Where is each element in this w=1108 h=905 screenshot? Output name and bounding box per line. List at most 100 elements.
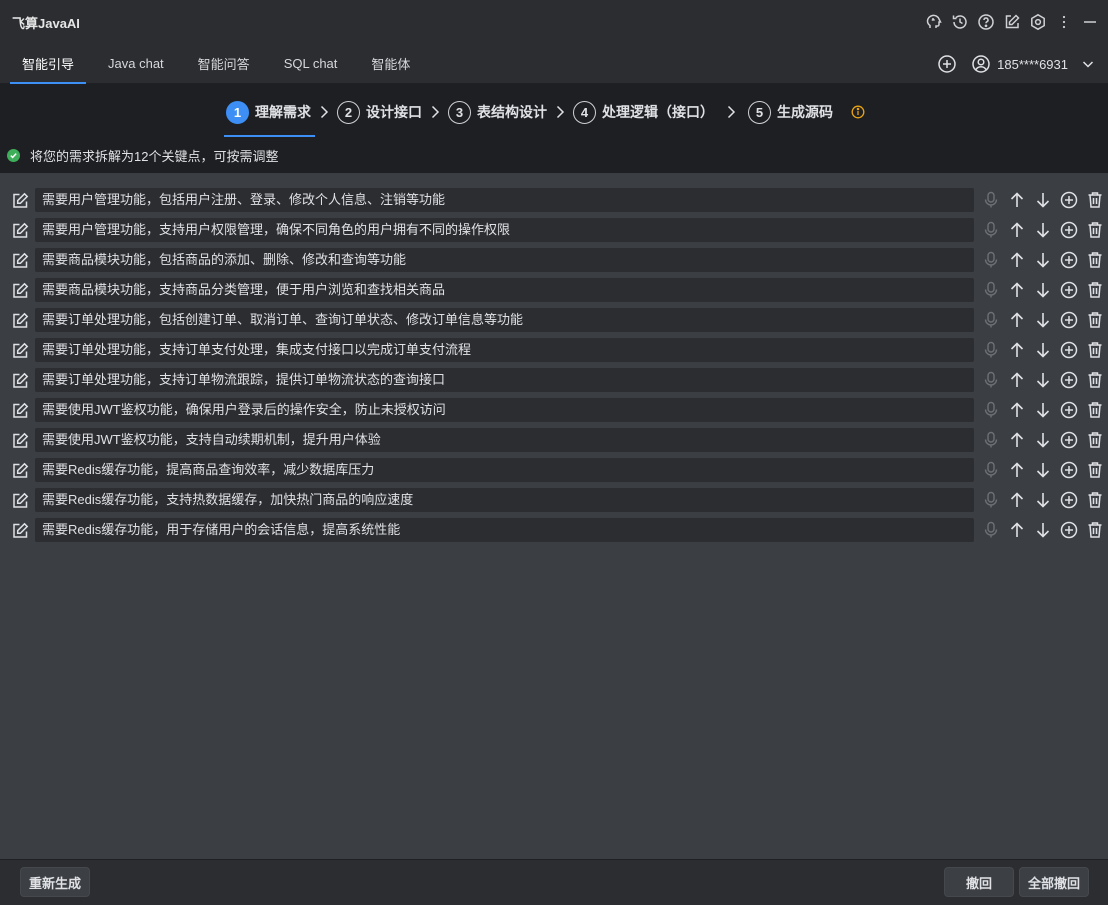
add-circle-icon[interactable] (1056, 280, 1082, 300)
help-icon[interactable] (976, 11, 996, 33)
arrow-down-icon[interactable] (1030, 370, 1056, 390)
arrow-up-icon[interactable] (1004, 400, 1030, 420)
microphone-icon[interactable] (978, 280, 1004, 300)
arrow-down-icon[interactable] (1030, 520, 1056, 540)
add-circle-icon[interactable] (1056, 370, 1082, 390)
arrow-down-icon[interactable] (1030, 310, 1056, 330)
trash-icon[interactable] (1082, 250, 1108, 270)
edit-icon[interactable] (11, 431, 29, 449)
arrow-down-icon[interactable] (1030, 490, 1056, 510)
trash-icon[interactable] (1082, 430, 1108, 450)
arrow-up-icon[interactable] (1004, 370, 1030, 390)
add-circle-icon[interactable] (1056, 250, 1082, 270)
requirement-input[interactable]: 需要用户管理功能，包括用户注册、登录、修改个人信息、注销等功能 (35, 188, 974, 212)
add-circle-icon[interactable] (1056, 400, 1082, 420)
arrow-up-icon[interactable] (1004, 430, 1030, 450)
arrow-up-icon[interactable] (1004, 340, 1030, 360)
arrow-down-icon[interactable] (1030, 460, 1056, 480)
requirement-input[interactable]: 需要使用JWT鉴权功能，确保用户登录后的操作安全，防止未授权访问 (35, 398, 974, 422)
edit-icon[interactable] (11, 401, 29, 419)
edit-icon[interactable] (11, 221, 29, 239)
microphone-icon[interactable] (978, 220, 1004, 240)
edit-icon[interactable] (11, 341, 29, 359)
history-icon[interactable] (950, 11, 970, 33)
trash-icon[interactable] (1082, 310, 1108, 330)
settings-icon[interactable] (1028, 11, 1048, 33)
trash-icon[interactable] (1082, 220, 1108, 240)
add-circle-icon[interactable] (1056, 520, 1082, 540)
requirement-input[interactable]: 需要订单处理功能，包括创建订单、取消订单、查询订单状态、修改订单信息等功能 (35, 308, 974, 332)
edit-icon[interactable] (11, 251, 29, 269)
step-process-logic[interactable]: 4 处理逻辑（接口） (571, 94, 716, 130)
requirement-input[interactable]: 需要用户管理功能，支持用户权限管理，确保不同角色的用户拥有不同的操作权限 (35, 218, 974, 242)
trash-icon[interactable] (1082, 280, 1108, 300)
requirement-input[interactable]: 需要Redis缓存功能，支持热数据缓存，加快热门商品的响应速度 (35, 488, 974, 512)
edit-icon[interactable] (11, 311, 29, 329)
microphone-icon[interactable] (978, 400, 1004, 420)
step-design-api[interactable]: 2 设计接口 (335, 94, 424, 130)
undo-all-button[interactable]: 全部撤回 (1019, 867, 1089, 897)
arrow-up-icon[interactable] (1004, 220, 1030, 240)
arrow-up-icon[interactable] (1004, 250, 1030, 270)
edit-icon[interactable] (11, 521, 29, 539)
requirement-input[interactable]: 需要商品模块功能，包括商品的添加、删除、修改和查询等功能 (35, 248, 974, 272)
arrow-down-icon[interactable] (1030, 400, 1056, 420)
arrow-up-icon[interactable] (1004, 490, 1030, 510)
arrow-up-icon[interactable] (1004, 460, 1030, 480)
requirement-input[interactable]: 需要Redis缓存功能，提高商品查询效率，减少数据库压力 (35, 458, 974, 482)
tab-smart-qa[interactable]: 智能问答 (186, 44, 262, 84)
step-table-design[interactable]: 3 表结构设计 (446, 94, 549, 130)
arrow-down-icon[interactable] (1030, 280, 1056, 300)
trash-icon[interactable] (1082, 400, 1108, 420)
arrow-up-icon[interactable] (1004, 520, 1030, 540)
arrow-up-icon[interactable] (1004, 190, 1030, 210)
edit-icon[interactable] (11, 371, 29, 389)
microphone-icon[interactable] (978, 250, 1004, 270)
add-session-icon[interactable] (937, 54, 957, 74)
requirement-input[interactable]: 需要订单处理功能，支持订单支付处理，集成支付接口以完成订单支付流程 (35, 338, 974, 362)
tab-java-chat[interactable]: Java chat (96, 44, 176, 84)
microphone-icon[interactable] (978, 340, 1004, 360)
add-circle-icon[interactable] (1056, 490, 1082, 510)
edit-icon[interactable] (11, 281, 29, 299)
edit-icon[interactable] (11, 461, 29, 479)
add-circle-icon[interactable] (1056, 430, 1082, 450)
trash-icon[interactable] (1082, 340, 1108, 360)
undo-button[interactable]: 撤回 (944, 867, 1014, 897)
add-circle-icon[interactable] (1056, 340, 1082, 360)
add-circle-icon[interactable] (1056, 220, 1082, 240)
microphone-icon[interactable] (978, 430, 1004, 450)
regenerate-button[interactable]: 重新生成 (20, 867, 90, 897)
trash-icon[interactable] (1082, 460, 1108, 480)
arrow-down-icon[interactable] (1030, 250, 1056, 270)
trash-icon[interactable] (1082, 490, 1108, 510)
minimize-icon[interactable] (1080, 11, 1100, 33)
tab-agent[interactable]: 智能体 (359, 44, 422, 84)
arrow-down-icon[interactable] (1030, 190, 1056, 210)
arrow-up-icon[interactable] (1004, 280, 1030, 300)
add-circle-icon[interactable] (1056, 310, 1082, 330)
trash-icon[interactable] (1082, 520, 1108, 540)
arrow-up-icon[interactable] (1004, 310, 1030, 330)
more-vertical-icon[interactable] (1054, 11, 1074, 33)
arrow-down-icon[interactable] (1030, 430, 1056, 450)
brain-icon[interactable] (924, 11, 944, 33)
microphone-icon[interactable] (978, 460, 1004, 480)
edit-icon[interactable] (11, 191, 29, 209)
info-icon[interactable] (851, 105, 865, 119)
user-menu[interactable]: 185****6931 (971, 54, 1096, 74)
microphone-icon[interactable] (978, 520, 1004, 540)
arrow-down-icon[interactable] (1030, 220, 1056, 240)
trash-icon[interactable] (1082, 190, 1108, 210)
requirement-input[interactable]: 需要订单处理功能，支持订单物流跟踪，提供订单物流状态的查询接口 (35, 368, 974, 392)
edit-icon[interactable] (11, 491, 29, 509)
arrow-down-icon[interactable] (1030, 340, 1056, 360)
add-circle-icon[interactable] (1056, 190, 1082, 210)
step-generate-source[interactable]: 5 生成源码 (746, 94, 835, 130)
requirement-input[interactable]: 需要使用JWT鉴权功能，支持自动续期机制，提升用户体验 (35, 428, 974, 452)
trash-icon[interactable] (1082, 370, 1108, 390)
microphone-icon[interactable] (978, 490, 1004, 510)
requirement-input[interactable]: 需要商品模块功能，支持商品分类管理，便于用户浏览和查找相关商品 (35, 278, 974, 302)
requirement-input[interactable]: 需要Redis缓存功能，用于存储用户的会话信息，提高系统性能 (35, 518, 974, 542)
edit-note-icon[interactable] (1002, 11, 1022, 33)
